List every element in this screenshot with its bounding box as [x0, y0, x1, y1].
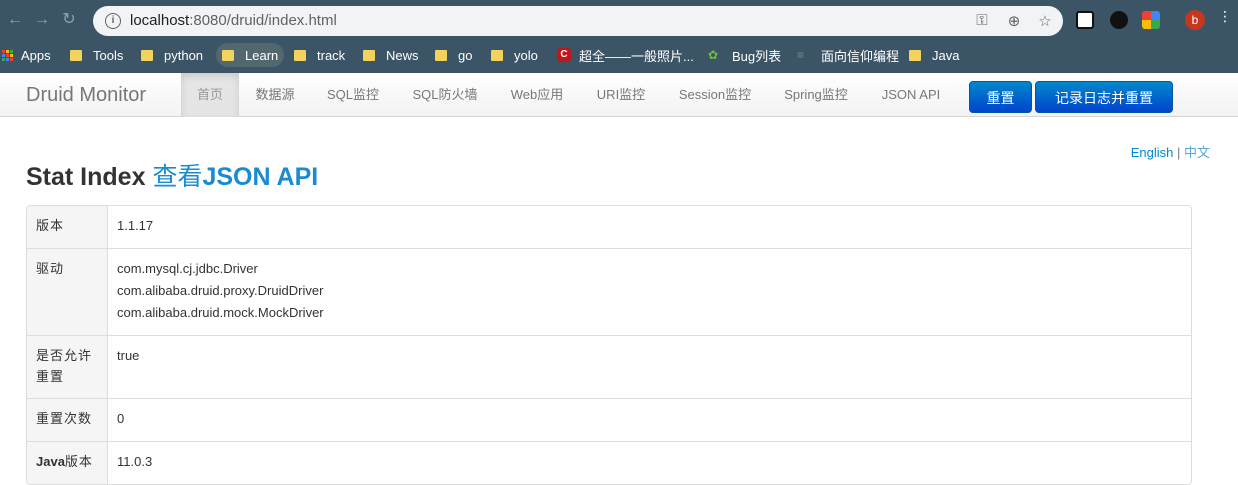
page-title-text: Stat Index [26, 163, 146, 191]
folder-icon [363, 49, 375, 61]
stat-info-table: 版本 1.1.17 驱动 com.mysql.cj.jdbc.Driver co… [26, 205, 1192, 485]
extension-icon[interactable] [1076, 11, 1094, 29]
url-text[interactable]: localhost:8080/druid/index.html [130, 12, 337, 29]
folder-icon [70, 49, 82, 61]
apps-icon [2, 49, 13, 61]
extension-icon[interactable] [1110, 11, 1128, 29]
lang-english-link[interactable]: English [1131, 145, 1174, 160]
bookmark-apps[interactable]: Apps [2, 43, 51, 67]
driver-item: com.mysql.cj.jdbc.Driver [117, 261, 258, 276]
nav-spring-monitor[interactable]: Spring监控 [773, 73, 859, 117]
extension-icon[interactable] [1142, 11, 1160, 29]
page-title: Stat Index 查看JSON API [26, 157, 318, 193]
row-value-java-version: 11.0.3 [117, 454, 153, 469]
forward-icon[interactable]: → [31, 9, 53, 31]
bookmark-go[interactable]: go [435, 43, 472, 67]
nav-sql-monitor[interactable]: SQL监控 [313, 73, 393, 117]
nav-session-monitor[interactable]: Session监控 [666, 73, 764, 117]
address-bar[interactable]: i localhost:8080/druid/index.html ⚿ ⊕ ☆ [93, 6, 1063, 36]
folder-icon [491, 49, 503, 61]
row-label-driver: 驱动 [27, 249, 108, 335]
site-info-icon[interactable]: i [105, 13, 121, 29]
c-logo-icon: C [557, 48, 571, 62]
nav-uri-monitor[interactable]: URI监控 [585, 73, 657, 117]
reload-icon[interactable]: ↻ [58, 9, 80, 31]
json-api-link[interactable]: 查看JSON API [152, 163, 318, 191]
bookmark-learn[interactable]: Learn [216, 43, 285, 67]
language-switcher: English | 中文 [1131, 142, 1210, 161]
row-label-reset-count: 重置次数 [27, 399, 108, 441]
nav-sql-firewall[interactable]: SQL防火墙 [397, 73, 493, 117]
druid-navbar: Druid Monitor 首页 数据源 SQL监控 SQL防火墙 Web应用 … [0, 73, 1238, 117]
table-row: 是否允许 重置 true [27, 335, 1191, 398]
row-value-allow-reset: true [117, 348, 140, 363]
bookmark-oop[interactable]: ≡ 面向信仰编程 [797, 43, 899, 67]
bookmark-bug[interactable]: ✿ Bug列表 [708, 43, 781, 67]
folder-icon [222, 49, 234, 61]
row-label-version: 版本 [27, 206, 108, 248]
browser-chrome: ← → ↻ i localhost:8080/druid/index.html … [0, 0, 1238, 73]
bookmarks-bar: Apps Tools python Learn track News go yo… [0, 43, 1238, 67]
folder-icon [141, 49, 153, 61]
table-row: Java版本 11.0.3 [27, 441, 1191, 484]
browser-toolbar: ← → ↻ i localhost:8080/druid/index.html … [0, 0, 1238, 40]
nav-home[interactable]: 首页 [181, 73, 239, 117]
row-value-driver: com.mysql.cj.jdbc.Driver com.alibaba.dru… [108, 249, 1191, 335]
bookmark-yolo[interactable]: yolo [491, 43, 538, 67]
star-icon[interactable]: ☆ [1036, 12, 1054, 30]
nav-json-api[interactable]: JSON API [869, 73, 953, 117]
folder-icon [435, 49, 447, 61]
zoom-icon[interactable]: ⊕ [1005, 12, 1023, 30]
bug-icon: ✿ [708, 48, 719, 62]
table-row: 版本 1.1.17 [27, 206, 1191, 248]
nav-web-app[interactable]: Web应用 [499, 73, 575, 117]
table-row: 驱动 com.mysql.cj.jdbc.Driver com.alibaba.… [27, 248, 1191, 335]
page-icon: ≡ [797, 48, 805, 62]
table-row: 重置次数 0 [27, 398, 1191, 441]
nav-datasource[interactable]: 数据源 [243, 73, 307, 117]
brand-title[interactable]: Druid Monitor [26, 84, 146, 107]
row-value-version: 1.1.17 [117, 218, 154, 233]
bookmark-python[interactable]: python [141, 43, 203, 67]
driver-item: com.alibaba.druid.mock.MockDriver [117, 305, 324, 320]
bookmark-java[interactable]: Java [909, 43, 959, 67]
menu-icon[interactable]: ⋮ [1218, 8, 1232, 25]
row-value-reset-count: 0 [117, 411, 125, 426]
folder-icon [909, 49, 921, 61]
log-and-reset-button[interactable]: 记录日志并重置 [1035, 81, 1173, 113]
folder-icon [294, 49, 306, 61]
bookmark-tools[interactable]: Tools [70, 43, 123, 67]
lang-separator: | [1176, 145, 1181, 160]
bookmark-track[interactable]: track [294, 43, 345, 67]
profile-avatar[interactable]: b [1185, 10, 1205, 30]
back-icon[interactable]: ← [4, 9, 26, 31]
bookmark-news[interactable]: News [363, 43, 419, 67]
row-label-allow-reset: 是否允许 重置 [27, 336, 108, 398]
driver-item: com.alibaba.druid.proxy.DruidDriver [117, 283, 324, 298]
bookmark-super[interactable]: C 超全——一般照片... [557, 43, 694, 67]
lang-chinese-link[interactable]: 中文 [1184, 145, 1210, 160]
key-icon[interactable]: ⚿ [973, 12, 991, 29]
reset-button[interactable]: 重置 [969, 81, 1032, 113]
row-label-java-version: Java版本 [27, 442, 108, 484]
